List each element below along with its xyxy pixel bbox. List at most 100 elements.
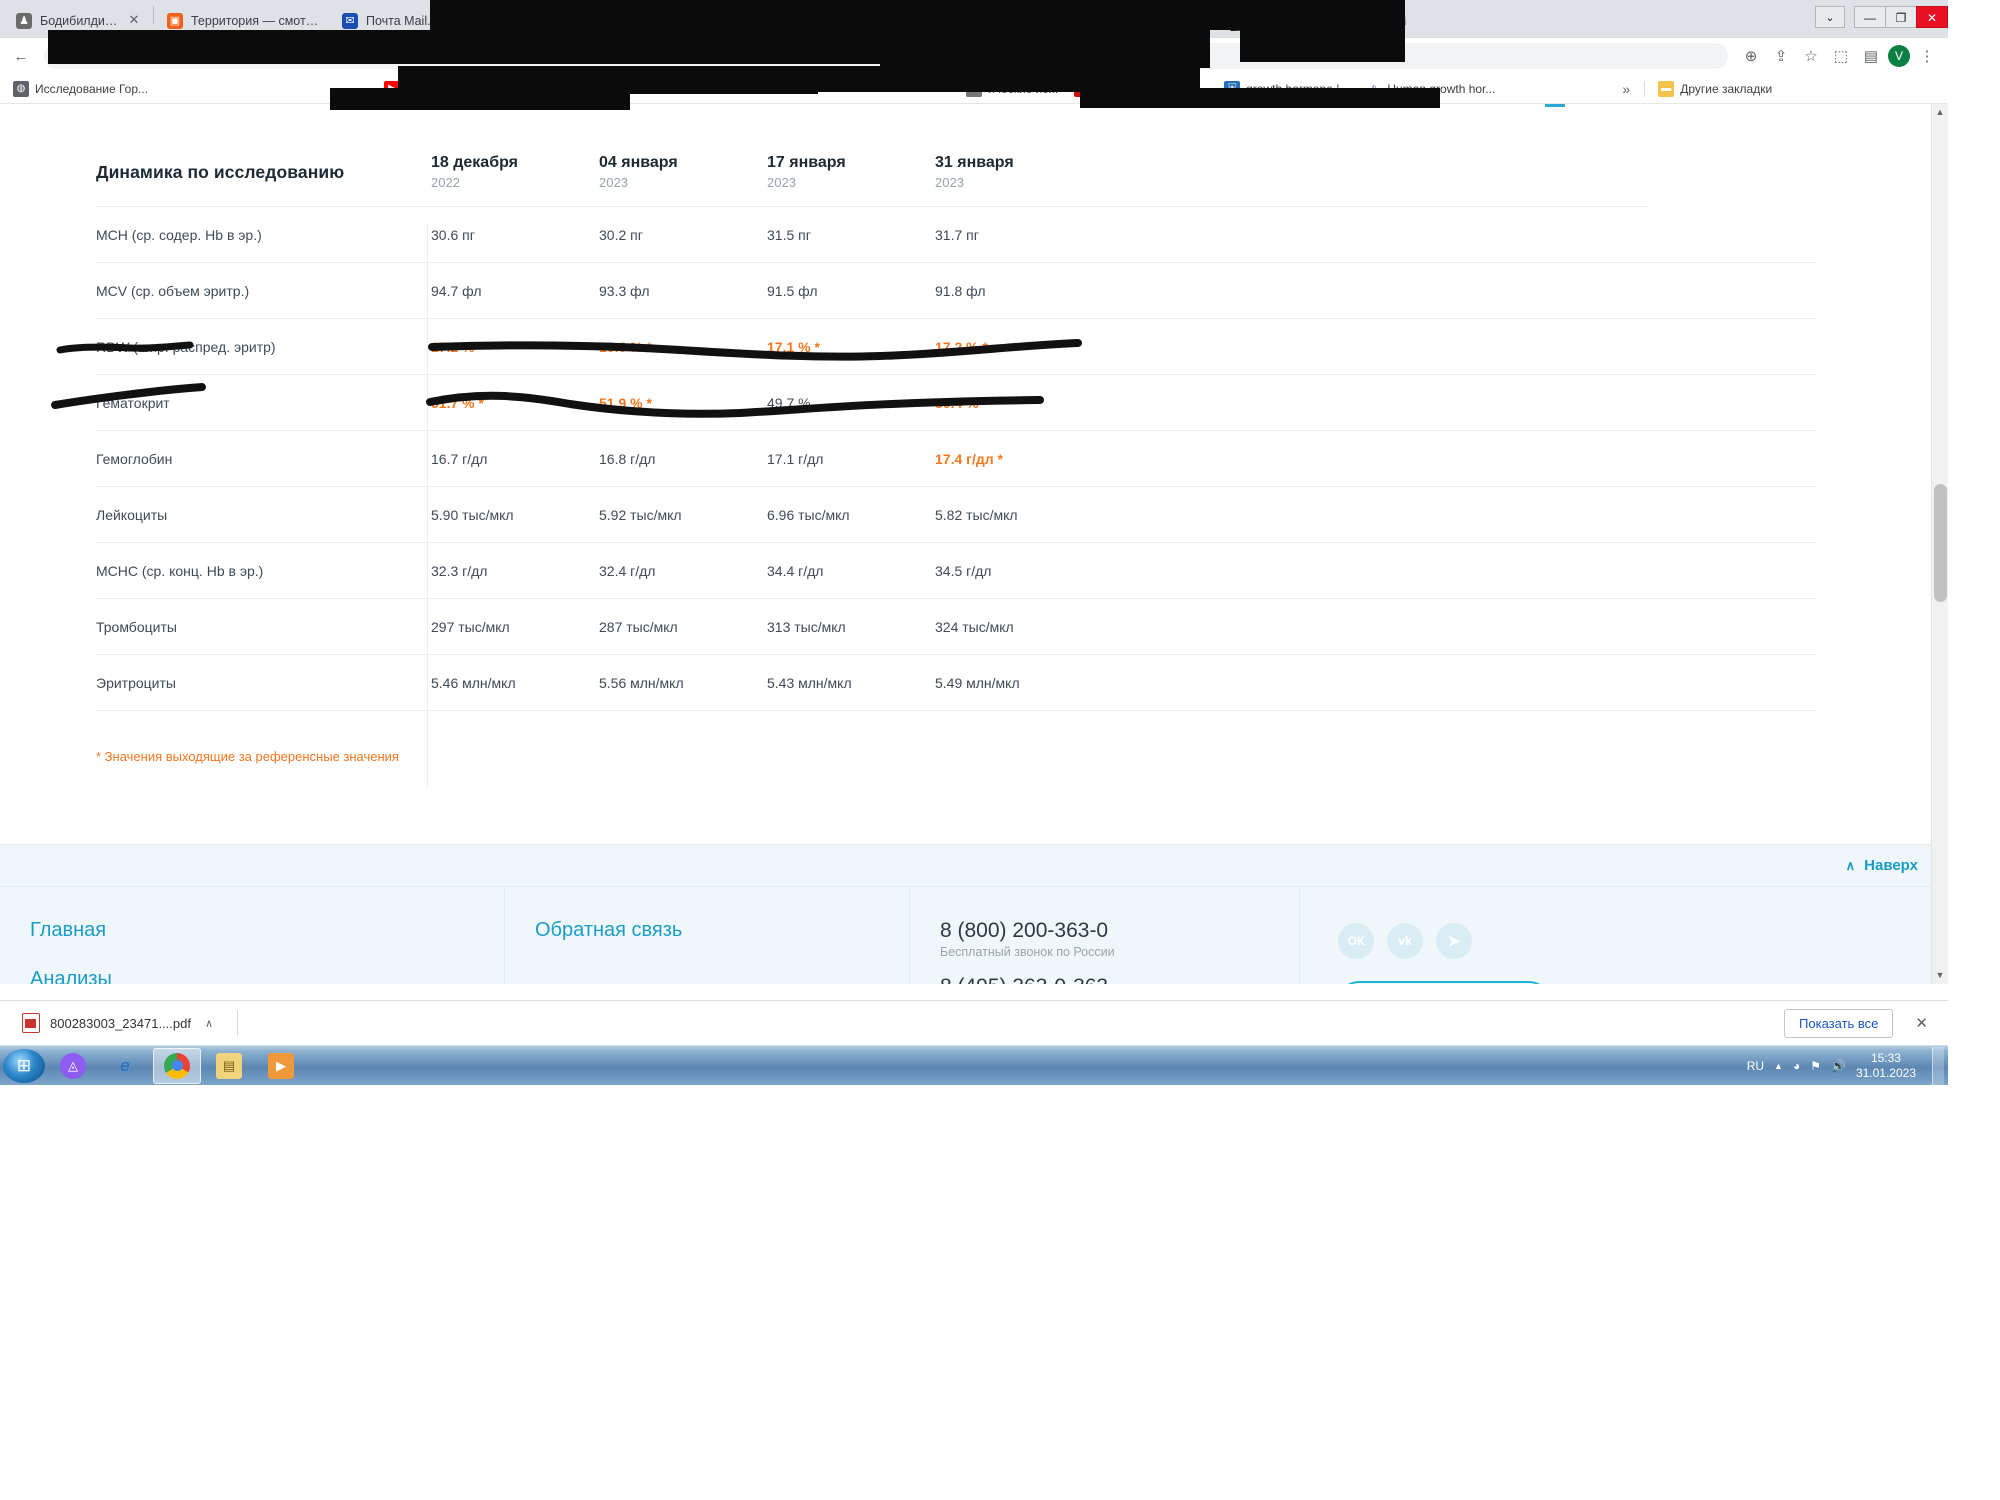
cell-spacer <box>1648 375 1816 431</box>
table-column-header: 31 января 2023 <box>935 144 1648 207</box>
footer-link-home[interactable]: Главная <box>30 919 504 942</box>
cell-value: 297 тыс/мкл <box>431 599 599 655</box>
table-column-header: 18 декабря 2022 <box>431 144 599 207</box>
table-row: Гемоглобин16.7 г/дл16.8 г/дл17.1 г/дл17.… <box>96 431 1816 487</box>
download-menu-caret-icon[interactable]: ∧ <box>205 1017 213 1030</box>
cell-value: 5.46 млн/мкл <box>431 655 599 711</box>
table-row: MCH (ср. содер. Hb в эр.)30.6 пг30.2 пг3… <box>96 207 1816 263</box>
cell-value: 5.56 млн/мкл <box>599 655 767 711</box>
cell-value: 5.92 тыс/мкл <box>599 487 767 543</box>
footer-link-feedback[interactable]: Обратная связь <box>535 919 682 941</box>
footer-columns: Главная Анализы Обратная связь 8 (800) 2… <box>0 887 1948 984</box>
language-indicator[interactable]: RU <box>1747 1059 1764 1073</box>
cell-spacer <box>1648 431 1816 487</box>
film-icon: ▣ <box>167 13 183 29</box>
cell-value: 16.8 г/дл <box>599 431 767 487</box>
odnoklassniki-icon[interactable]: ОК <box>1338 923 1374 959</box>
download-item[interactable]: 800283003_23471....pdf ∧ <box>12 1007 223 1039</box>
share-icon[interactable]: ⇪ <box>1768 43 1794 69</box>
tab-close-icon[interactable]: ✕ <box>126 13 142 29</box>
site-footer: ∧ Наверх Главная Анализы Обратная связь … <box>0 844 1948 984</box>
tab-divider <box>153 6 154 24</box>
table-row: Эритроциты5.46 млн/мкл5.56 млн/мкл5.43 м… <box>96 655 1816 711</box>
yandex-browser-icon[interactable]: ◬ <box>49 1048 97 1084</box>
scroll-to-top-button[interactable]: ∧ Наверх <box>1846 857 1918 874</box>
flag-error-icon[interactable]: ⚑ <box>1810 1059 1821 1073</box>
telegram-icon[interactable]: ➤ <box>1436 923 1472 959</box>
cell-value: 6.96 тыс/мкл <box>767 487 935 543</box>
pdf-icon <box>22 1013 40 1033</box>
window-close-button[interactable]: ✕ <box>1916 6 1948 28</box>
taskbar-clock[interactable]: 15:33 31.01.2023 <box>1856 1051 1916 1081</box>
cell-value: 30.2 пг <box>599 207 767 263</box>
cell-value: 30.6 пг <box>431 207 599 263</box>
file-explorer-icon[interactable]: ▤ <box>205 1048 253 1084</box>
scroll-up-arrow-icon[interactable]: ▲ <box>1932 104 1948 121</box>
bookmark-star-icon[interactable]: ☆ <box>1798 43 1824 69</box>
cell-value: 31.5 пг <box>767 207 935 263</box>
cell-spacer <box>1648 319 1816 375</box>
footer-contacts-column: 8 (800) 200-363-0 Бесплатный звонок по Р… <box>910 887 1300 984</box>
window-minimize-button[interactable]: — <box>1854 6 1886 28</box>
row-label: MCH (ср. содер. Hb в эр.) <box>96 207 431 263</box>
reference-footnote: * Значения выходящие за референсные знач… <box>96 749 1948 764</box>
download-shelf: 800283003_23471....pdf ∧ Показать все ✕ <box>0 1000 1948 1045</box>
redaction-mark <box>330 88 630 110</box>
dynamics-table-body: MCH (ср. содер. Hb в эр.)30.6 пг30.2 пг3… <box>96 207 1816 711</box>
page-scrollbar[interactable]: ▲ ▼ <box>1931 104 1948 984</box>
side-panel-icon[interactable]: ▤ <box>1858 43 1884 69</box>
cell-value: 32.3 г/дл <box>431 543 599 599</box>
footer-link-analyses[interactable]: Анализы <box>30 968 504 984</box>
other-bookmarks-button[interactable]: ▬ Другие закладки <box>1651 78 1779 100</box>
up-caret-icon[interactable]: ▲ <box>1774 1061 1783 1071</box>
page-title: Динамика по исследованию <box>96 162 431 183</box>
column-date: 31 января <box>935 154 1648 172</box>
cell-value: 5.82 тыс/мкл <box>935 487 1648 543</box>
phone-toll-free[interactable]: 8 (800) 200-363-0 <box>940 919 1299 943</box>
windows-taskbar: ⊞ ◬ e ▤ ▶ RU ▲ ◕ ⚑ 🔊 15:33 31.01.2023 <box>0 1045 1948 1085</box>
bookmark-label: Исследование Гор... <box>35 82 148 96</box>
phone-city[interactable]: 8 (495) 363-0-363 <box>940 975 1299 984</box>
bookmark-item[interactable]: ◍ Исследование Гор... <box>6 78 155 100</box>
phone-toll-free-note: Бесплатный звонок по России <box>940 945 1299 959</box>
page-viewport: Динамика по исследованию 18 декабря 2022… <box>0 104 1948 984</box>
cell-value: 16.7 г/дл <box>431 431 599 487</box>
window-caret-icon[interactable]: ⌄ <box>1815 6 1845 28</box>
vk-icon[interactable]: vk <box>1387 923 1423 959</box>
volume-icon[interactable]: 🔊 <box>1831 1059 1846 1073</box>
column-date: 04 января <box>599 154 767 172</box>
media-player-icon[interactable]: ▶ <box>257 1048 305 1084</box>
cell-spacer <box>1648 543 1816 599</box>
scrollbar-thumb[interactable] <box>1934 484 1947 602</box>
internet-explorer-icon[interactable]: e <box>101 1048 149 1084</box>
avatar[interactable]: V <box>1888 45 1910 67</box>
back-icon[interactable]: ← <box>8 43 34 69</box>
other-bookmarks-label: Другие закладки <box>1680 82 1772 96</box>
cell-value: 34.4 г/дл <box>767 543 935 599</box>
cell-value: 32.4 г/дл <box>599 543 767 599</box>
bookmarks-overflow-icon[interactable]: » <box>1614 78 1638 100</box>
chrome-icon[interactable] <box>153 1048 201 1084</box>
footer-nav-column: Главная Анализы <box>0 887 505 984</box>
network-warning-icon[interactable]: ◕ <box>1793 1059 1800 1073</box>
table-row: Тромбоциты297 тыс/мкл287 тыс/мкл313 тыс/… <box>96 599 1816 655</box>
show-all-downloads-button[interactable]: Показать все <box>1784 1009 1893 1038</box>
window-maximize-button[interactable]: ❐ <box>1885 6 1917 28</box>
row-label: Эритроциты <box>96 655 431 711</box>
scroll-down-arrow-icon[interactable]: ▼ <box>1932 967 1948 984</box>
extensions-icon[interactable]: ⬚ <box>1828 43 1854 69</box>
scroll-to-top-label: Наверх <box>1864 857 1918 874</box>
column-year: 2022 <box>431 175 599 190</box>
show-desktop-button[interactable] <box>1932 1047 1944 1085</box>
windows-start-icon[interactable]: ⊞ <box>3 1049 45 1083</box>
close-shelf-icon[interactable]: ✕ <box>1907 1014 1936 1032</box>
zoom-icon[interactable]: ⊕ <box>1738 43 1764 69</box>
cell-spacer <box>1648 655 1816 711</box>
menu-icon[interactable]: ⋮ <box>1914 43 1940 69</box>
cell-value: 5.43 млн/мкл <box>767 655 935 711</box>
column-date: 17 января <box>767 154 935 172</box>
column-year: 2023 <box>935 175 1648 190</box>
cell-value: 31.7 пг <box>935 207 1648 263</box>
row-label: Гемоглобин <box>96 431 431 487</box>
footer-cta-button[interactable] <box>1338 981 1550 984</box>
